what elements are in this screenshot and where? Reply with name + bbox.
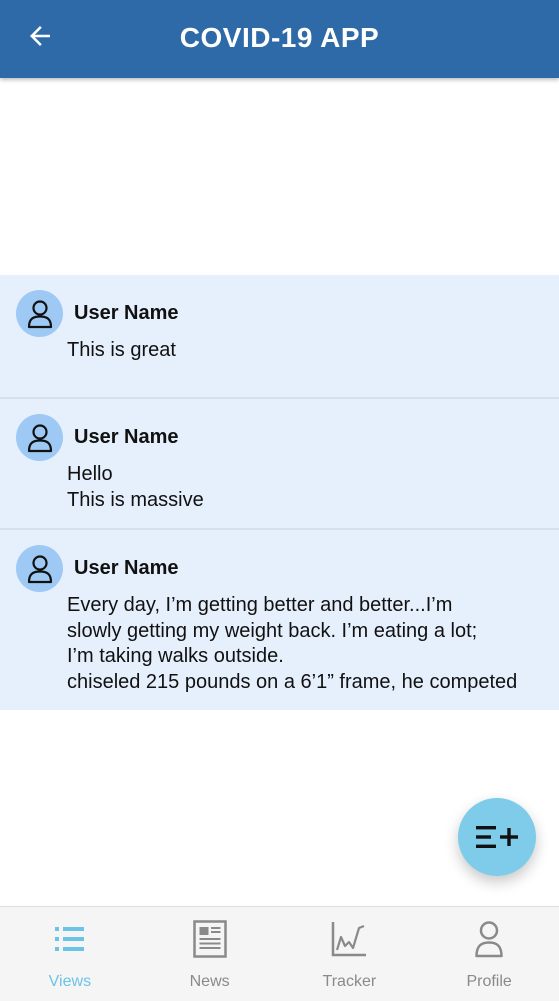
- nav-label: Profile: [466, 973, 512, 990]
- post-text-line: Hello: [67, 463, 113, 485]
- nav-item-tracker[interactable]: Tracker: [280, 907, 420, 1001]
- nav-item-profile[interactable]: Profile: [419, 907, 559, 1001]
- post-text: This is great: [67, 338, 542, 364]
- post-text-line: slowly getting my weight back. I’m eatin…: [67, 619, 478, 642]
- nav-item-views[interactable]: Views: [0, 907, 140, 1001]
- post-text-line: This is great: [67, 339, 176, 361]
- post-text: Every day, I’m getting better and better…: [67, 593, 542, 695]
- post-card[interactable]: User Name Every day, I’m getting better …: [0, 530, 559, 710]
- post-text: Hello This is massive: [67, 462, 542, 513]
- post-card[interactable]: User Name This is great: [0, 275, 559, 399]
- add-post-button[interactable]: [458, 798, 536, 876]
- post-text-line: This is massive: [67, 488, 204, 511]
- chart-icon: [329, 919, 369, 959]
- bottom-navigation: Views News Tracker Profile: [0, 906, 559, 1001]
- post-text-line: chiseled 215 pounds on a 6’1” frame, he …: [67, 670, 518, 693]
- post-username: User Name: [74, 426, 179, 448]
- person-icon: [27, 423, 52, 452]
- nav-item-news[interactable]: News: [140, 907, 280, 1001]
- person-icon: [27, 299, 52, 328]
- person-icon: [27, 554, 52, 583]
- page-title: COVID-19 APP: [179, 22, 380, 53]
- post-text-line: I’m taking walks outside.: [67, 645, 284, 667]
- post-text-line: Every day, I’m getting better and better…: [67, 594, 453, 616]
- nav-label: Views: [48, 973, 92, 990]
- post-username: User Name: [74, 302, 179, 324]
- app-bar: COVID-19 APP: [0, 0, 559, 78]
- newspaper-icon: [190, 919, 230, 959]
- avatar: [16, 545, 63, 592]
- post-feed: User Name This is great User Name Hello …: [0, 275, 559, 710]
- avatar: [16, 414, 63, 461]
- list-icon: [50, 919, 90, 959]
- nav-label: Tracker: [322, 973, 377, 990]
- avatar: [16, 290, 63, 337]
- person-icon: [469, 919, 509, 959]
- post-card[interactable]: User Name Hello This is massive: [0, 399, 559, 530]
- post-username: User Name: [74, 557, 179, 579]
- add-list-icon: [476, 826, 518, 848]
- nav-label: News: [189, 973, 230, 990]
